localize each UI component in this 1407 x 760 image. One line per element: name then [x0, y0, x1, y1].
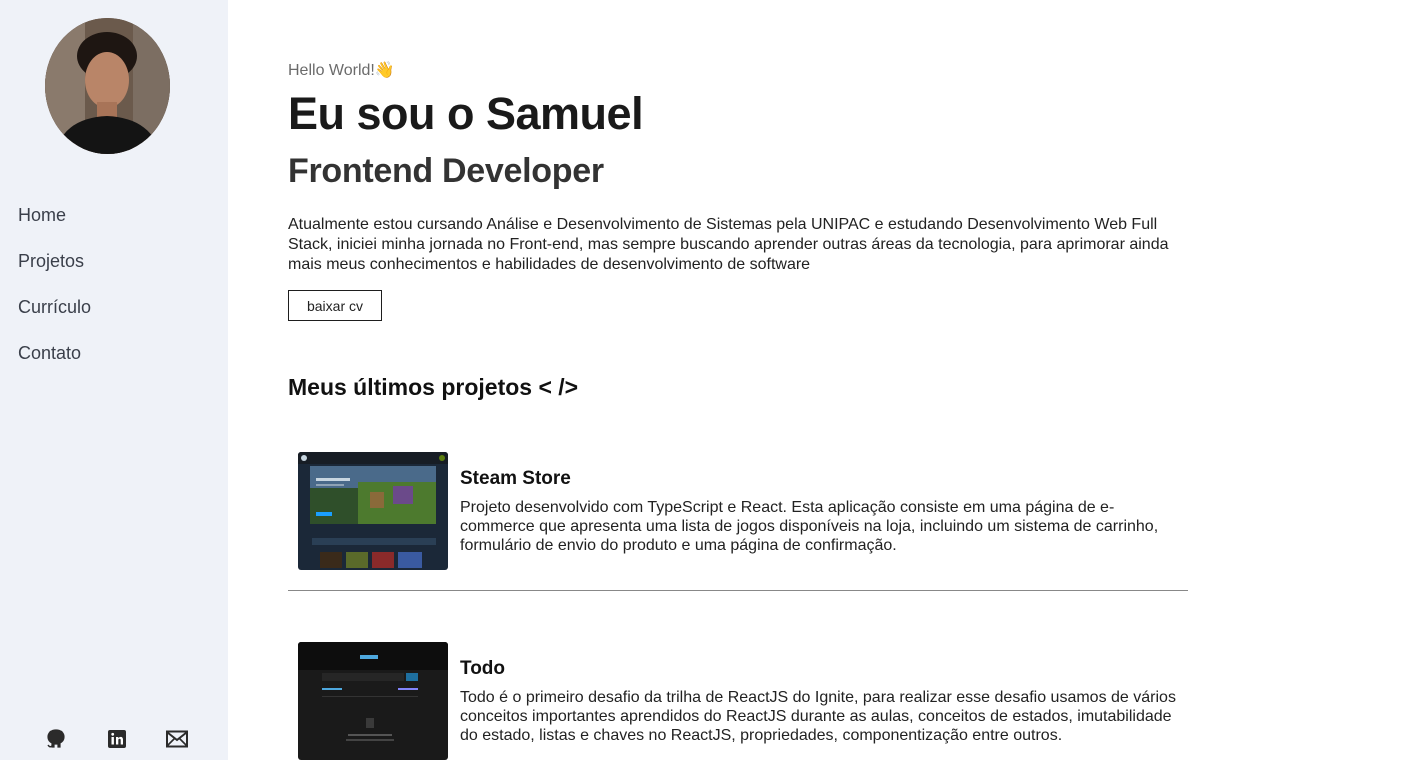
greeting-text: Hello World!👋: [288, 62, 395, 79]
social-links: [44, 728, 189, 750]
project-thumbnail: [298, 452, 448, 570]
nav-item-projetos[interactable]: Projetos: [18, 248, 91, 294]
hero-name: Eu sou o Samuel: [288, 88, 644, 139]
linkedin-icon[interactable]: [105, 728, 129, 750]
nav-item-curriculo[interactable]: Currículo: [18, 294, 91, 340]
avatar: [45, 18, 170, 154]
sidebar: Home Projetos Currículo Contato: [0, 0, 228, 760]
hero-bio: Atualmente estou cursando Análise e Dese…: [288, 216, 1169, 273]
mail-icon[interactable]: [165, 728, 189, 750]
project-title: Steam Store: [460, 468, 571, 489]
github-icon[interactable]: [44, 728, 68, 750]
project-title: Todo: [460, 658, 506, 679]
sidebar-nav: Home Projetos Currículo Contato: [18, 202, 91, 386]
hero-role: Frontend Developer: [288, 152, 604, 190]
project-description: Projeto desenvolvido com TypeScript e Re…: [460, 499, 1159, 554]
nav-item-home[interactable]: Home: [18, 202, 91, 248]
project-description: Todo é o primeiro desafio da trilha de R…: [460, 689, 1176, 744]
projects-section-title: Meus últimos projetos < />: [288, 374, 579, 400]
steam-store-screenshot: [298, 452, 448, 570]
avatar-photo: [45, 18, 170, 154]
project-thumbnail: [298, 642, 448, 760]
nav-item-contato[interactable]: Contato: [18, 340, 91, 386]
project-divider: [288, 590, 1188, 591]
todo-app-screenshot: [298, 642, 448, 760]
download-cv-button[interactable]: baixar cv: [288, 290, 382, 321]
